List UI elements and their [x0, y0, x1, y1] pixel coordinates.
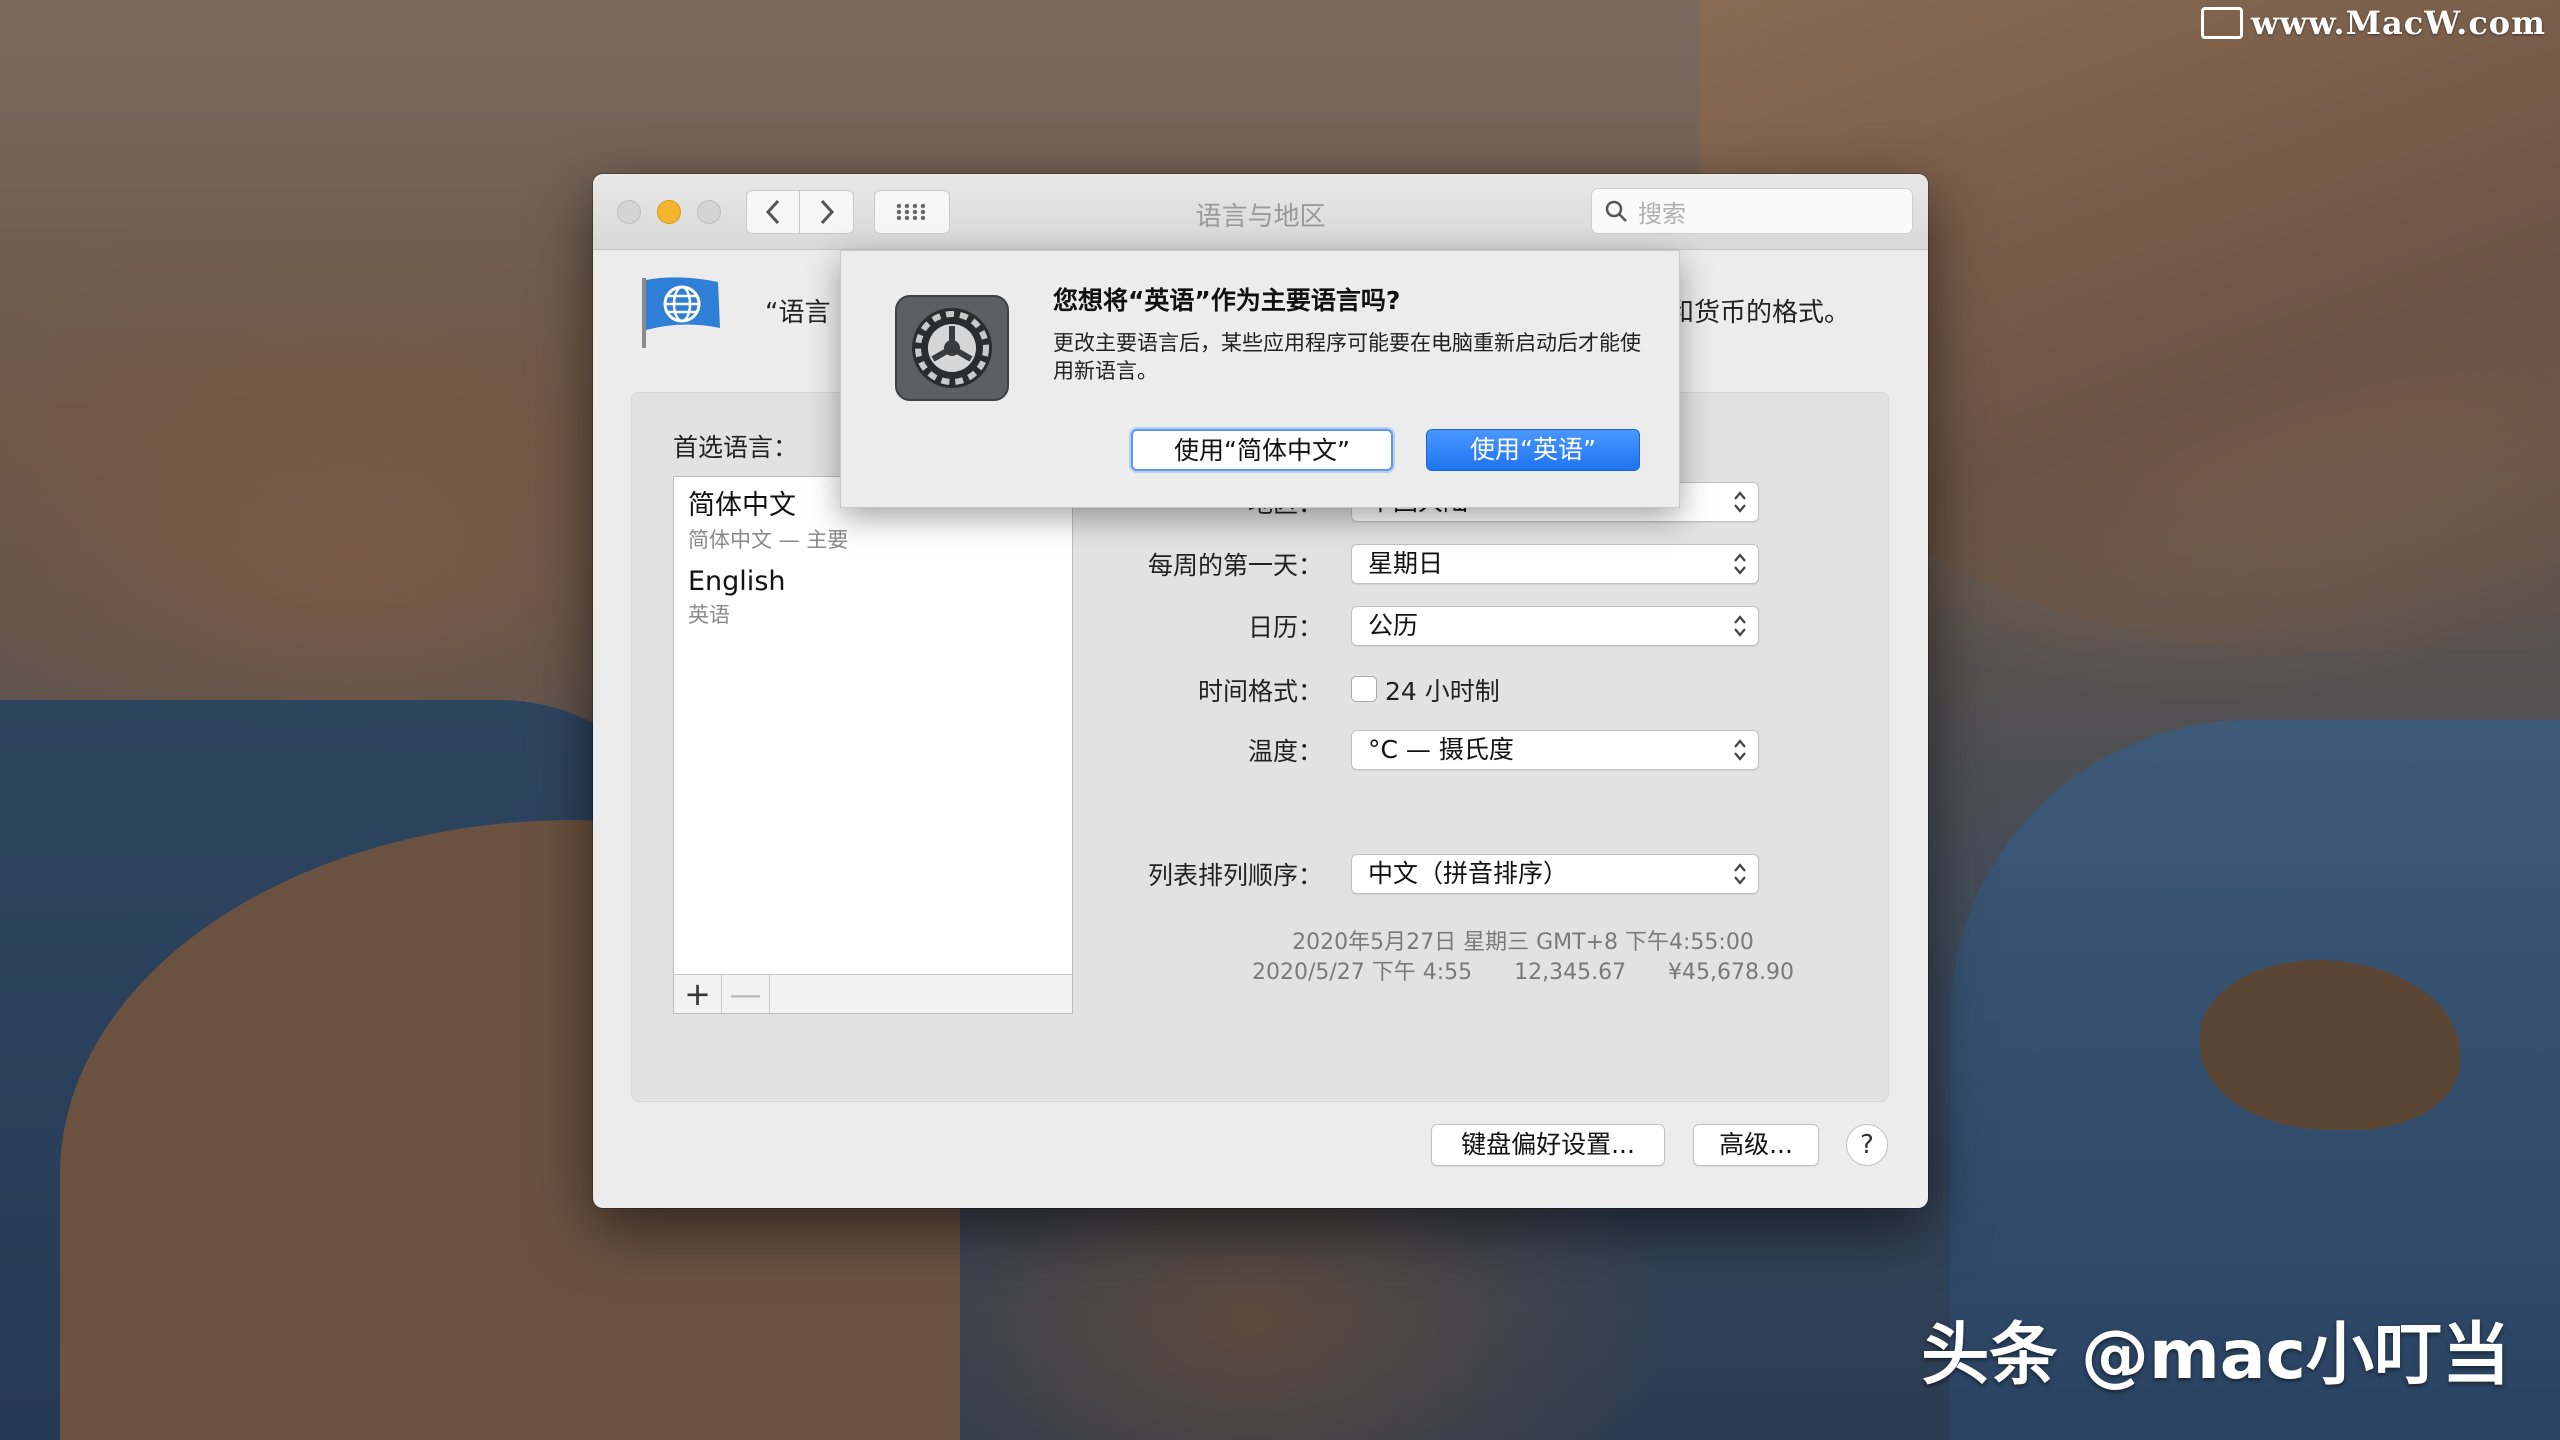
language-name: English	[688, 566, 786, 597]
calendar-value: 公历	[1368, 611, 1419, 640]
add-language-button[interactable]: +	[674, 975, 722, 1013]
24-hour-checkbox[interactable]	[1351, 676, 1377, 702]
titlebar: 语言与地区 搜索	[593, 174, 1928, 250]
advanced-button[interactable]: 高级...	[1693, 1124, 1819, 1166]
keyboard-preferences-button[interactable]: 键盘偏好设置...	[1431, 1124, 1665, 1166]
updown-arrows-icon	[1734, 863, 1746, 885]
first-day-label: 每周的第一天：	[1147, 551, 1323, 580]
updown-arrows-icon	[1734, 553, 1746, 575]
search-field[interactable]: 搜索	[1591, 188, 1913, 234]
sort-order-label: 列表排列顺序：	[1147, 861, 1323, 890]
alert-message: 更改主要语言后，某些应用程序可能要在电脑重新启动后才能使用新语言。	[1053, 331, 1641, 383]
sample-number-line: 2020/5/27 下午 4:55 12,345.67 ¥45,678.90	[1251, 960, 1795, 985]
first-day-value: 星期日	[1368, 549, 1444, 578]
watermark-logo-icon	[2201, 7, 2244, 39]
first-day-popup[interactable]: 星期日	[1351, 544, 1759, 584]
watermark-top: www.MacW.com	[2201, 4, 2546, 42]
calendar-popup[interactable]: 公历	[1351, 606, 1759, 646]
sort-order-popup[interactable]: 中文（拼音排序）	[1351, 854, 1759, 894]
updown-arrows-icon	[1734, 615, 1746, 637]
language-item[interactable]: English 英语	[674, 560, 1072, 635]
temperature-value: °C — 摄氏度	[1368, 735, 1514, 764]
watermark-top-text: www.MacW.com	[2251, 4, 2546, 42]
updown-arrows-icon	[1734, 491, 1746, 513]
globe-flag-icon	[642, 277, 720, 348]
description-text-left: “语言	[765, 298, 831, 328]
sort-order-value: 中文（拼音排序）	[1368, 859, 1569, 888]
time-format-label: 时间格式：	[1197, 677, 1323, 706]
search-placeholder: 搜索	[1638, 199, 1686, 228]
use-english-button[interactable]: 使用“英语”	[1426, 429, 1640, 471]
updown-arrows-icon	[1734, 739, 1746, 761]
system-preferences-gear-icon	[895, 295, 1009, 401]
description-text-right: 和货币的格式。	[1668, 298, 1851, 328]
remove-language-button[interactable]: —	[722, 975, 770, 1013]
language-region-window: 语言与地区 搜索 “语言 和货币的格式。 首选语言： 简体中文 简体中文 — 主…	[593, 174, 1928, 1208]
temperature-label: 温度：	[1247, 737, 1323, 766]
temperature-popup[interactable]: °C — 摄氏度	[1351, 730, 1759, 770]
calendar-label: 日历：	[1247, 613, 1323, 642]
language-subtitle: 简体中文 — 主要	[688, 528, 849, 552]
preferred-languages-label: 首选语言：	[673, 433, 799, 462]
watermark-bottom: 头条 @mac小叮当	[1921, 1316, 2510, 1395]
language-list[interactable]: 简体中文 简体中文 — 主要 English 英语	[673, 476, 1073, 976]
alert-sheet: 您想将“英语”作为主要语言吗? 更改主要语言后，某些应用程序可能要在电脑重新启动…	[840, 250, 1680, 508]
use-chinese-button[interactable]: 使用“简体中文”	[1131, 429, 1393, 471]
alert-title: 您想将“英语”作为主要语言吗?	[1053, 286, 1401, 315]
language-list-footer: + —	[673, 974, 1073, 1014]
sample-date-line: 2020年5月27日 星期三 GMT+8 下午4:55:00	[1292, 930, 1754, 955]
24-hour-label[interactable]: 24 小时制	[1385, 672, 1500, 708]
search-icon	[1605, 200, 1627, 222]
language-subtitle: 英语	[688, 603, 730, 627]
help-button[interactable]: ?	[1846, 1124, 1888, 1166]
